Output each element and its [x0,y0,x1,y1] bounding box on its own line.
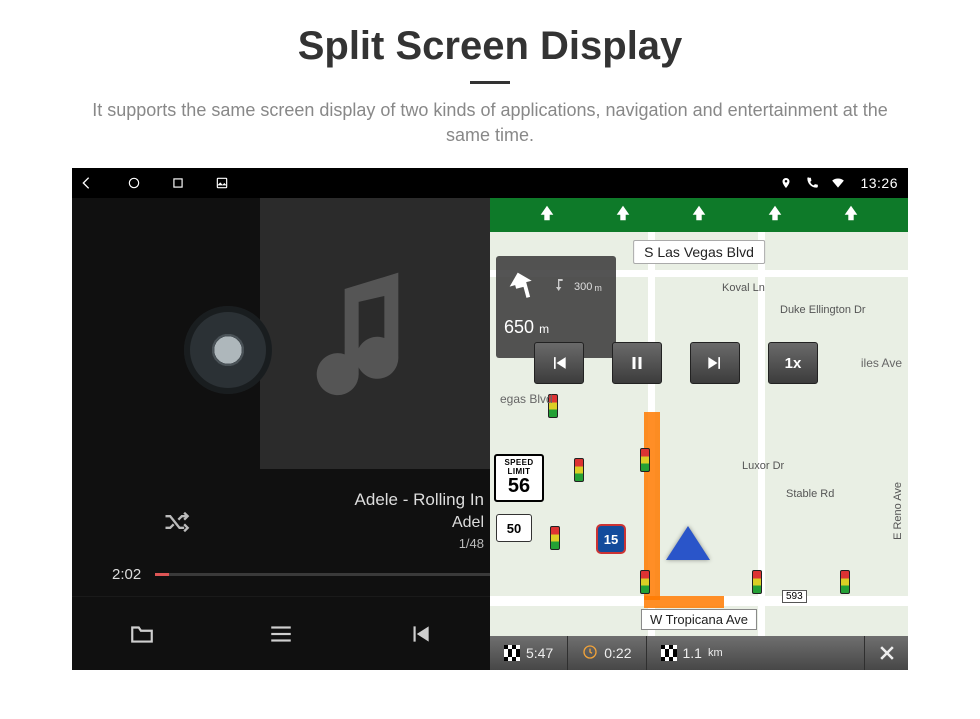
trip-distance-unit: km [708,647,723,659]
clock: 13:26 [860,175,898,191]
now-playing-meta: Adele - Rolling In Adel 1/48 [355,488,484,552]
phone-icon [804,175,820,191]
folder-button[interactable] [127,619,157,649]
wifi-icon [830,175,846,191]
finish-flag-icon [504,645,520,661]
sim-speed-button[interactable]: 1x [768,342,818,384]
navigation-pane: Koval Ln Duke Ellington Dr egas Blvd ile… [490,198,908,670]
street-label: E Reno Ave [892,482,904,540]
recents-icon[interactable] [170,175,186,191]
route-shield: 50 [496,514,532,542]
music-bottom-bar [72,596,490,670]
track-index: 1/48 [355,535,484,553]
speed-limit-value: 56 [496,476,542,496]
next-turn-unit: m [594,283,602,293]
traffic-light-icon [640,448,650,472]
street-label: Luxor Dr [742,460,784,472]
back-icon[interactable] [82,175,98,191]
street-label: Duke Ellington Dr [780,304,866,316]
page-title: Split Screen Display [0,24,980,69]
page-subtitle: It supports the same screen display of t… [80,98,900,148]
current-road-label: S Las Vegas Blvd [633,240,765,264]
traffic-light-icon [752,570,762,594]
cross-road-label: W Tropicana Ave [641,609,757,630]
traffic-light-icon [640,570,650,594]
music-pane: Adele - Rolling In Adel 1/48 2:02 [72,198,490,670]
trip-duration: 0:22 [604,645,631,661]
eta-value: 5:47 [526,645,553,661]
device-frame: 13:26 Adele - Rolling [72,168,908,670]
traffic-light-icon [550,526,560,550]
remaining-distance: 650 [504,317,534,337]
lane-arrow-icon [690,204,708,227]
trip-distance: 1.1 [683,645,702,661]
track-title: Adele - Rolling In [355,488,484,512]
track-artist: Adel [355,512,484,534]
previous-button[interactable] [405,619,435,649]
seek-bar[interactable] [155,573,490,576]
exit-badge: 593 [782,590,807,603]
street-label: Stable Rd [786,488,834,500]
remaining-unit: m [539,322,549,336]
route-highlight [644,596,724,608]
street-label: iles Ave [861,356,902,370]
interstate-shield: 15 [596,524,626,554]
sim-pause-button[interactable] [612,342,662,384]
analog-stick[interactable] [184,306,272,394]
image-icon [214,175,230,191]
elapsed-time: 2:02 [112,566,141,583]
nav-footer: 5:47 0:22 1.1 km [490,636,908,670]
turn-left-icon [504,266,542,307]
speed-limit-label: SPEED [496,458,542,467]
sim-next-button[interactable] [690,342,740,384]
close-button[interactable] [864,636,908,670]
playlist-button[interactable] [266,619,296,649]
clock-icon [582,644,598,663]
sim-controls: 1x [534,342,818,384]
lane-arrow-icon [842,204,860,227]
title-underline [470,81,510,84]
lane-guidance-bar [490,198,908,232]
turn-secondary-icon [550,277,566,296]
finish-flag-icon [661,645,677,661]
speed-limit-sign: SPEED LIMIT 56 [494,454,544,502]
album-art-placeholder [260,198,490,469]
street-label: egas Blvd [500,392,553,406]
music-note-icon [315,261,435,406]
home-icon[interactable] [126,175,142,191]
vehicle-cursor-icon [666,526,710,560]
location-icon [778,175,794,191]
lane-arrow-icon [538,204,556,227]
street-label: Koval Ln [722,282,765,294]
status-bar: 13:26 [72,168,908,198]
next-turn-distance: 300 [574,281,592,293]
lane-arrow-icon [766,204,784,227]
traffic-light-icon [840,570,850,594]
lane-arrow-icon [614,204,632,227]
shuffle-button[interactable] [162,508,190,541]
sim-prev-button[interactable] [534,342,584,384]
traffic-light-icon [574,458,584,482]
